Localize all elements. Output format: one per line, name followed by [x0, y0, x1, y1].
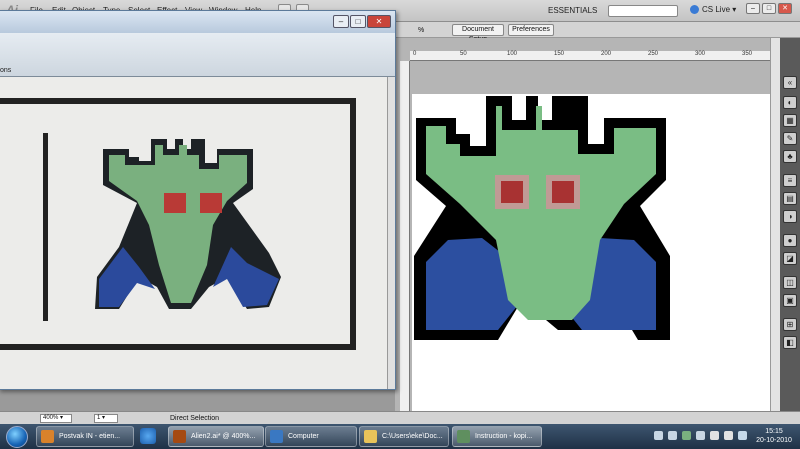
stroke-panel-icon[interactable]: ≡ [783, 174, 797, 187]
cs-live-icon [690, 5, 699, 14]
outlook-icon [41, 430, 54, 443]
illustrator-icon [173, 430, 186, 443]
sketch-divider-line [43, 133, 48, 321]
document-setup-button[interactable]: Document Setup [452, 24, 504, 43]
tray-security-icon[interactable] [682, 431, 691, 440]
taskbar-item-explorer-folder[interactable]: C:\Users\eke\Doc... [359, 426, 449, 447]
vertical-ruler [400, 61, 410, 411]
reference-maximize-button[interactable]: □ [350, 15, 366, 28]
tray-show-hidden-icon[interactable] [654, 431, 663, 440]
expand-panels-icon[interactable]: « [783, 76, 797, 89]
zoom-value: 400% [43, 415, 59, 421]
taskbar-item-photo-viewer[interactable]: Instruction - kopi... [452, 426, 542, 447]
task-label: Postvak IN - etien... [59, 433, 121, 440]
photo-viewer-icon [457, 430, 470, 443]
start-button[interactable] [6, 426, 28, 448]
task-label: Instruction - kopi... [475, 433, 533, 440]
clock-date: 20-10-2010 [756, 437, 792, 444]
search-input[interactable] [608, 5, 678, 17]
vertical-scrollbar[interactable] [770, 38, 780, 411]
task-label: Alien2.ai* @ 400%... [191, 433, 256, 440]
cs-live-label: CS Live [702, 5, 731, 14]
task-label: Computer [288, 433, 319, 440]
panel-dock: « ◐ ▦ ✎ ♣ ≡ ▤ ◑ ● ◪ ◫ ▣ ⊞ ◧ [780, 38, 800, 411]
windows-taskbar: Postvak IN - etien... Alien2.ai* @ 400%.… [0, 424, 800, 449]
swatches-panel-icon[interactable]: ▦ [783, 114, 797, 127]
computer-icon [270, 430, 283, 443]
gradient-panel-icon[interactable]: ▤ [783, 192, 797, 205]
transparency-panel-icon[interactable]: ◑ [783, 210, 797, 223]
status-bar: 400% ▾ 1 ▾ Direct Selection [0, 411, 800, 424]
color-panel-icon[interactable]: ◐ [783, 96, 797, 109]
zoom-select[interactable]: 400% ▾ [40, 414, 72, 423]
reference-close-button[interactable]: ✕ [367, 15, 391, 28]
minimize-button[interactable]: – [746, 3, 760, 14]
current-tool-status: Direct Selection [170, 415, 220, 422]
ruler-tick: 250 [648, 51, 659, 57]
workspace-switcher[interactable]: ESSENTIALS ▾ [548, 4, 600, 28]
reference-scrollbar[interactable] [387, 77, 395, 389]
sketch-eye-right [200, 193, 222, 213]
horizontal-ruler: 0 50 100 150 200 250 300 350 [410, 51, 770, 61]
illustrator-app: Ai File Edit Object Type Select Effect V… [0, 0, 800, 449]
reference-image-window[interactable]: – □ ✕ ons [0, 10, 396, 390]
artboard-select[interactable]: 1 ▾ [94, 414, 118, 423]
cs-live-button[interactable]: CS Live ▾ [690, 5, 736, 14]
clock-time: 15:15 [765, 428, 783, 435]
tray-volume-icon[interactable] [724, 431, 733, 440]
symbols-panel-icon[interactable]: ♣ [783, 150, 797, 163]
ruler-tick: 100 [507, 51, 518, 57]
alien-vector-artwork[interactable] [412, 94, 770, 411]
percent-label: % [418, 27, 425, 34]
maximize-button[interactable]: □ [762, 3, 776, 14]
reference-toolbar-label: ons [0, 67, 12, 74]
reference-photo [0, 77, 387, 389]
align-panel-icon[interactable]: ⊞ [783, 318, 797, 331]
reference-window-toolbar [0, 33, 395, 77]
taskbar-item-outlook[interactable]: Postvak IN - etien... [36, 426, 134, 447]
ruler-tick: 50 [460, 51, 467, 57]
layers-panel-icon[interactable]: ◫ [783, 276, 797, 289]
taskbar-item-illustrator[interactable]: Alien2.ai* @ 400%... [168, 426, 264, 447]
tray-network-icon[interactable] [710, 431, 719, 440]
appearance-panel-icon[interactable]: ● [783, 234, 797, 247]
artboard[interactable] [412, 94, 770, 411]
tray-app-icon[interactable] [668, 431, 677, 440]
alien-eye-right [552, 181, 574, 203]
task-label: C:\Users\eke\Doc... [382, 433, 443, 440]
tray-action-center-icon[interactable] [738, 431, 747, 440]
pathfinder-panel-icon[interactable]: ◧ [783, 336, 797, 349]
taskbar-clock[interactable]: 15:15 20-10-2010 [752, 427, 796, 445]
workspace-label: ESSENTIALS [548, 6, 598, 15]
ruler-tick: 300 [695, 51, 706, 57]
tray-sync-icon[interactable] [696, 431, 705, 440]
graphic-styles-panel-icon[interactable]: ◪ [783, 252, 797, 265]
reference-window-titlebar[interactable]: – □ ✕ [0, 11, 395, 33]
preferences-button[interactable]: Preferences [508, 24, 554, 36]
brushes-panel-icon[interactable]: ✎ [783, 132, 797, 145]
sketch-eye-left [164, 193, 186, 213]
internet-explorer-icon[interactable] [140, 428, 156, 444]
artboard-number: 1 [97, 415, 101, 421]
sketch-photo [0, 77, 387, 389]
folder-icon [364, 430, 377, 443]
ruler-tick: 150 [554, 51, 565, 57]
ruler-tick: 200 [601, 51, 612, 57]
close-button[interactable]: ✕ [778, 3, 792, 14]
reference-minimize-button[interactable]: – [333, 15, 349, 28]
taskbar-item-computer[interactable]: Computer [265, 426, 357, 447]
alien-eye-left [501, 181, 523, 203]
artboards-panel-icon[interactable]: ▣ [783, 294, 797, 307]
ruler-tick: 350 [742, 51, 753, 57]
ruler-tick: 0 [413, 51, 417, 57]
